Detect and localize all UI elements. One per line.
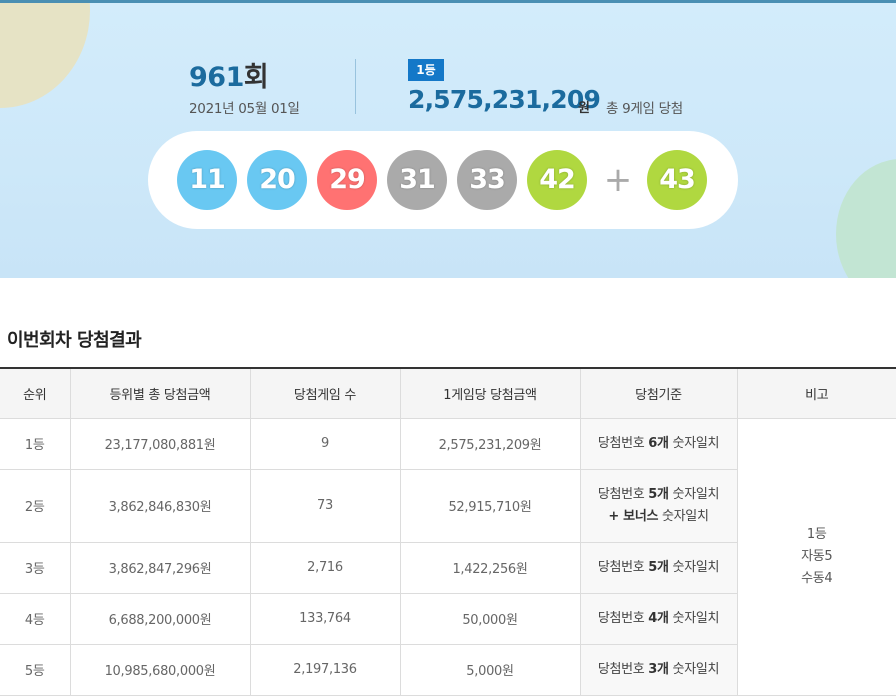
- winning-number-ball-2: 20: [247, 150, 307, 210]
- criteria-cell: 당첨번호 3개 숫자일치: [580, 644, 738, 696]
- criteria-prefix: 당첨번호: [597, 559, 649, 575]
- winning-number-ball-4: 31: [387, 150, 447, 210]
- note-line: 자동5: [801, 548, 833, 564]
- criteria-cell: 당첨번호 4개 숫자일치: [580, 593, 738, 645]
- criteria-bonus-line: + 보너스 숫자일치: [581, 506, 737, 528]
- criteria-count: 4개: [648, 610, 669, 626]
- winning-games-cell: 2,716: [250, 542, 401, 594]
- rank-cell: 3등: [0, 542, 71, 594]
- criteria-count: 6개: [648, 435, 669, 451]
- winning-numbers-panel: 11 20 29 31 33 42 + 43: [148, 131, 738, 229]
- per-game-amount-cell: 52,915,710원: [400, 469, 581, 543]
- prize-results-table: 순위 등위별 총 당첨금액 당첨게임 수 1게임당 당첨금액 당첨기준 비고 1…: [0, 367, 896, 696]
- winning-games-cell: 2,197,136: [250, 644, 401, 696]
- criteria-prefix: 당첨번호: [597, 661, 649, 677]
- rank-cell: 5등: [0, 644, 71, 696]
- per-game-amount-cell: 5,000원: [400, 644, 581, 696]
- criteria-suffix: 숫자일치: [668, 661, 720, 677]
- total-amount-cell: 3,862,846,830원: [70, 469, 251, 543]
- winning-number-ball-1: 11: [177, 150, 237, 210]
- criteria-suffix: 숫자일치: [668, 559, 720, 575]
- winning-games-cell: 73: [250, 469, 401, 543]
- first-prize-amount: 2,575,231,209: [408, 85, 601, 114]
- criteria-count: 3개: [648, 661, 669, 677]
- total-amount-cell: 6,688,200,000원: [70, 593, 251, 645]
- winning-games-cell: 9: [250, 418, 401, 470]
- header-winning-games: 당첨게임 수: [250, 368, 401, 419]
- criteria-count: 5개: [648, 486, 669, 502]
- criteria-bonus: 보너스: [623, 508, 659, 524]
- table-row: 1등 23,177,080,881원 9 2,575,231,209원 당첨번호…: [0, 418, 896, 696]
- draw-round-suffix: 회: [243, 62, 269, 93]
- criteria-plus: +: [608, 508, 624, 524]
- criteria-cell: 당첨번호 5개 숫자일치: [580, 542, 738, 594]
- rank-cell: 4등: [0, 593, 71, 645]
- per-game-amount-cell: 50,000원: [400, 593, 581, 645]
- criteria-suffix: 숫자일치: [668, 610, 720, 626]
- note-line: 1등: [806, 526, 827, 542]
- winning-games-cell: 133,764: [250, 593, 401, 645]
- criteria-suffix: 숫자일치: [668, 486, 720, 502]
- note-line: 수동4: [801, 570, 833, 586]
- criteria-prefix: 당첨번호: [597, 486, 649, 502]
- total-amount-cell: 10,985,680,000원: [70, 644, 251, 696]
- note-cell: 1등 자동5 수동4: [737, 418, 896, 696]
- criteria-line: 당첨번호 5개 숫자일치: [581, 484, 737, 506]
- criteria-suffix: 숫자일치: [668, 435, 720, 451]
- winning-number-ball-6: 42: [527, 150, 587, 210]
- draw-result-banner: 961회 2021년 05월 01일 1등 2,575,231,209 원 총 …: [0, 0, 896, 278]
- results-section-title: 이번회차 당첨결과: [7, 330, 142, 351]
- decorative-circle-right: [836, 159, 896, 278]
- header-total-amount: 등위별 총 당첨금액: [70, 368, 251, 419]
- first-prize-winners: 총 9게임 당첨: [606, 101, 683, 117]
- per-game-amount-cell: 2,575,231,209원: [400, 418, 581, 470]
- decorative-circle-left: [0, 3, 90, 108]
- rank-cell: 2등: [0, 469, 71, 543]
- criteria-suffix: 숫자일치: [658, 508, 709, 524]
- per-game-amount-cell: 1,422,256원: [400, 542, 581, 594]
- header-rank: 순위: [0, 368, 71, 419]
- header-criteria: 당첨기준: [580, 368, 738, 419]
- header-per-game-amount: 1게임당 당첨금액: [400, 368, 581, 419]
- criteria-count: 5개: [648, 559, 669, 575]
- draw-round: 961회: [189, 55, 269, 94]
- criteria-prefix: 당첨번호: [597, 435, 649, 451]
- draw-round-number: 961: [189, 62, 244, 93]
- winning-number-ball-5: 33: [457, 150, 517, 210]
- winning-number-ball-3: 29: [317, 150, 377, 210]
- header-divider: [355, 59, 356, 114]
- first-prize-unit: 원: [578, 101, 590, 116]
- rank-cell: 1등: [0, 418, 71, 470]
- total-amount-cell: 3,862,847,296원: [70, 542, 251, 594]
- header-note: 비고: [737, 368, 896, 419]
- criteria-cell: 당첨번호 5개 숫자일치 + 보너스 숫자일치: [580, 469, 738, 543]
- bonus-number-ball: 43: [647, 150, 707, 210]
- plus-icon: +: [603, 160, 633, 200]
- first-prize-badge: 1등: [408, 59, 444, 81]
- criteria-cell: 당첨번호 6개 숫자일치: [580, 418, 738, 470]
- total-amount-cell: 23,177,080,881원: [70, 418, 251, 470]
- draw-date: 2021년 05월 01일: [189, 101, 300, 117]
- criteria-prefix: 당첨번호: [597, 610, 649, 626]
- table-header-row: 순위 등위별 총 당첨금액 당첨게임 수 1게임당 당첨금액 당첨기준 비고: [0, 368, 896, 419]
